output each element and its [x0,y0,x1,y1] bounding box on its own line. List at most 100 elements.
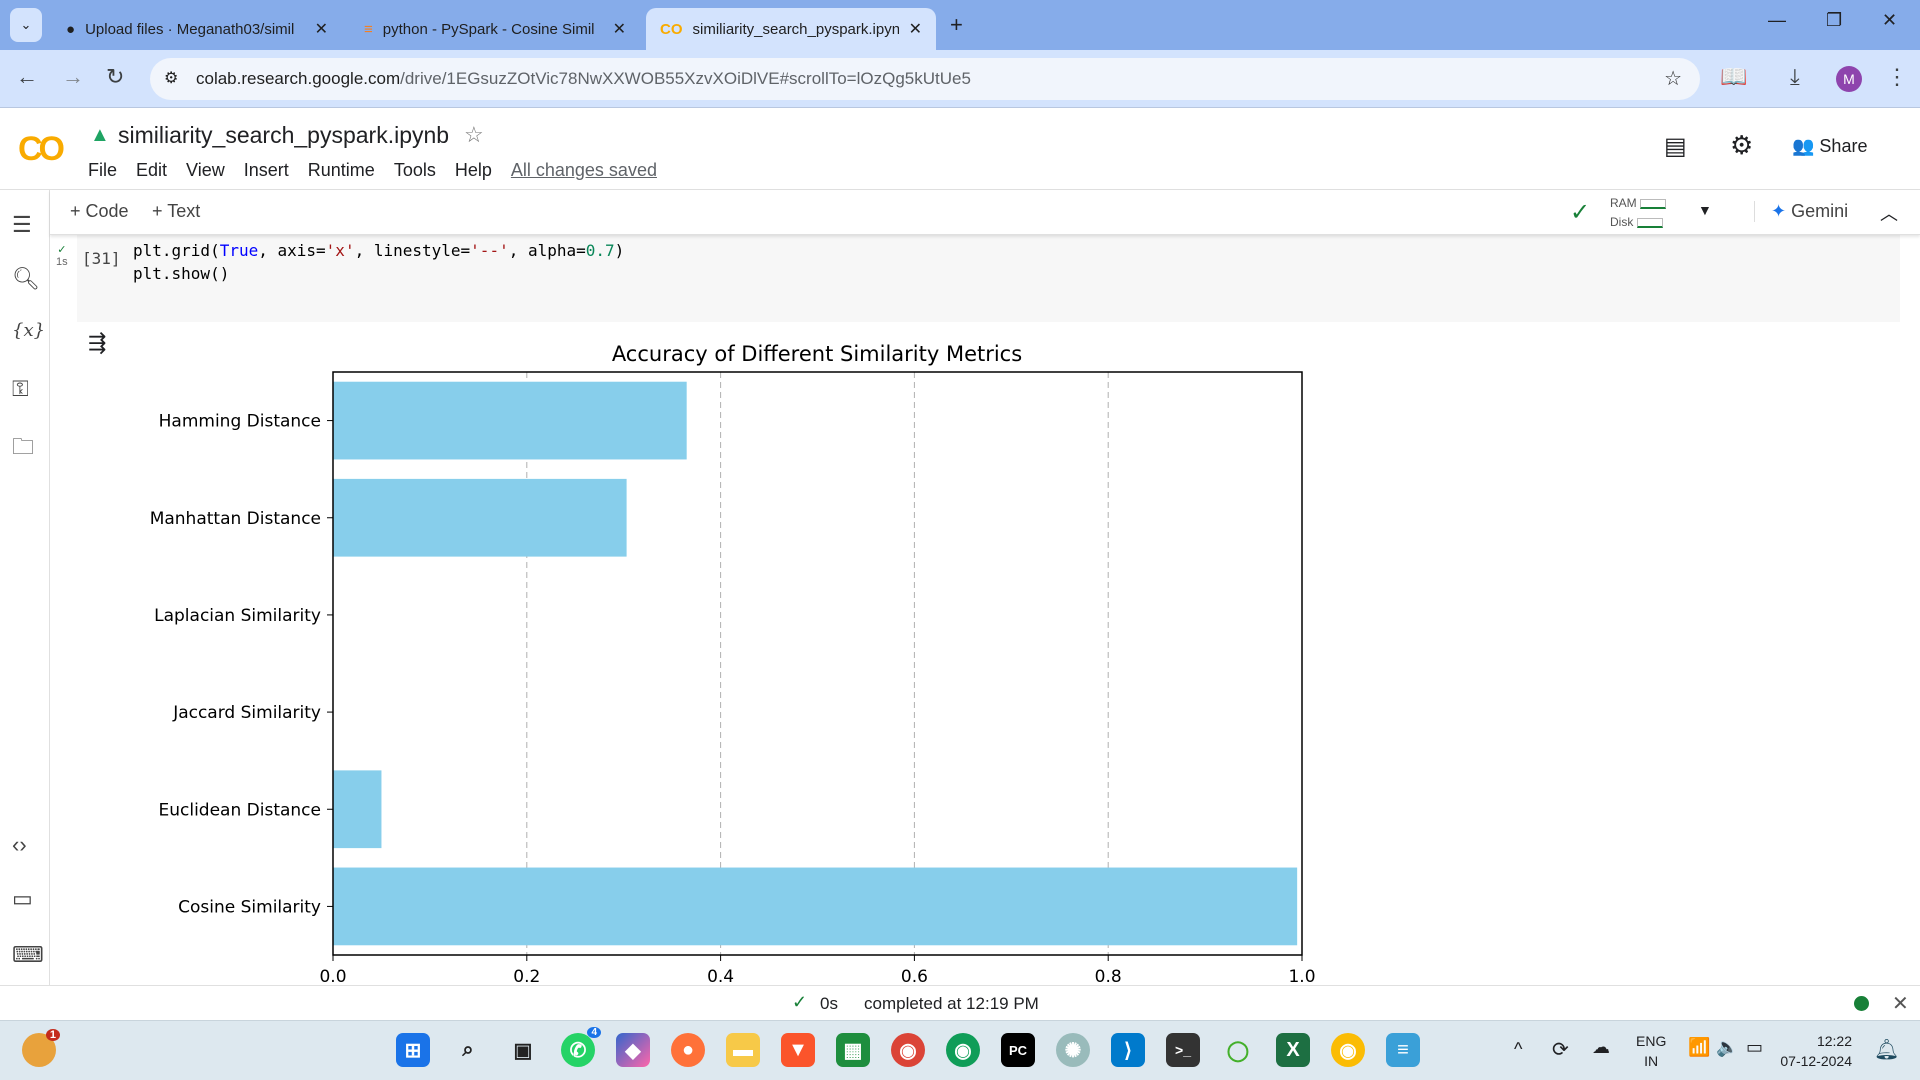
url-input[interactable]: ⚙ colab.research.google.com/drive/1EGsuz… [150,58,1700,100]
file-explorer-icon[interactable]: ▬ [726,1033,760,1067]
close-tab-icon[interactable]: ✕ [315,19,328,39]
clock[interactable]: 12:22 07-12-2024 [1780,1031,1852,1071]
x-tick-label: 0.2 [513,967,540,987]
weather-widget-icon[interactable]: 1 [22,1029,60,1067]
browser-tab[interactable]: ≡ python - PySpark - Cosine Simil ✕ [350,8,640,50]
minimize-button[interactable]: — [1768,10,1786,31]
code-snippets-icon[interactable]: ‹› [12,832,27,858]
colab-logo[interactable]: CO [18,130,65,169]
gemini-button[interactable]: ✦ Gemini [1754,201,1848,222]
search-taskbar-icon[interactable]: ⌕ [451,1033,485,1067]
y-tick-label: Euclidean Distance [159,800,322,820]
pycharm-icon[interactable]: PC [1001,1033,1035,1067]
menu-insert[interactable]: Insert [244,160,289,181]
wifi-icon[interactable]: 📶 [1688,1037,1710,1058]
colab-header: CO ▲ similiarity_search_pyspark.ipynb ☆ … [0,108,1920,190]
reload-icon[interactable]: ↻ [106,64,124,90]
new-tab-button[interactable]: + [950,12,963,38]
profile-avatar[interactable]: M [1836,66,1862,92]
language-indicator[interactable]: ENG IN [1636,1031,1666,1071]
reading-mode-icon[interactable]: 📖 [1720,64,1747,90]
vscode-icon[interactable]: ⟩ [1111,1033,1145,1067]
menu-runtime[interactable]: Runtime [308,160,375,181]
bookmark-star-icon[interactable]: ☆ [1664,66,1682,91]
tab-search-button[interactable]: ⌄ [10,8,42,42]
drive-icon: ▲ [90,124,110,146]
add-code-button[interactable]: + Code [70,201,129,222]
chrome-profile2-icon[interactable]: ◉ [1331,1033,1365,1067]
files-folder-icon[interactable]: 🗀 [12,430,34,468]
status-bar: ✓ 0s completed at 12:19 PM ✕ [0,985,1920,1020]
command-palette-icon[interactable]: ▭ [12,886,33,912]
browser-tab[interactable]: ● Upload files · Meganath03/simil ✕ [52,8,342,50]
cell-run-status[interactable]: ✓ 1s [56,244,68,268]
windows-taskbar: 1 ⊞ ⌕ ▣ ✆ 4 ◆ ● ▬ ▼ ▦ ◉ ◉ PC ✺ ⟩ >_ ◯ X ◉… [0,1020,1920,1080]
tray-overflow-icon[interactable]: ^ [1514,1039,1522,1060]
notification-bell-icon[interactable]: 🔔︎ [1874,1037,1899,1062]
browser-menu-icon[interactable]: ⋮ [1886,64,1908,90]
bar [333,770,382,849]
restore-button[interactable]: ❐ [1826,10,1842,31]
menu-bar: File Edit View Insert Runtime Tools Help… [88,160,657,181]
menu-view[interactable]: View [186,160,225,181]
menu-edit[interactable]: Edit [136,160,167,181]
secrets-key-icon[interactable]: ⚿ [12,376,29,402]
brave-icon[interactable]: ▼ [781,1033,815,1067]
notepad-icon[interactable]: ≡ [1386,1033,1420,1067]
back-icon[interactable]: ← [16,64,38,90]
notebook-toolbar: + Code + Text ✓ RAM Disk ▼ ✦ Gemini ︿ [50,190,1920,235]
status-check-icon: ✓ [792,992,808,1012]
close-window-button[interactable]: ✕ [1882,10,1897,31]
share-button[interactable]: 👥 Share [1792,136,1867,157]
star-icon[interactable]: ☆ [464,122,484,148]
task-view-icon[interactable]: ▣ [506,1033,540,1067]
variables-icon[interactable]: {x} [12,320,45,341]
table-of-contents-icon[interactable]: ☰ [12,212,32,238]
chrome-icon[interactable]: ◉ [891,1033,925,1067]
site-info-icon[interactable]: ⚙ [164,68,178,88]
sync-icon[interactable]: ⟳ [1552,1037,1569,1062]
menu-file[interactable]: File [88,160,117,181]
classroom-icon[interactable]: ▦ [836,1033,870,1067]
menu-tools[interactable]: Tools [394,160,436,181]
x-tick-label: 0.8 [1095,967,1122,987]
status-duration: 0s [820,994,838,1013]
onedrive-icon[interactable]: ☁ [1592,1037,1610,1058]
chrome-profile-icon[interactable]: ◉ [946,1033,980,1067]
x-tick-label: 1.0 [1288,967,1315,987]
add-text-button[interactable]: + Text [152,201,200,222]
whatsapp-icon[interactable]: ✆ 4 [561,1027,601,1067]
close-tab-icon[interactable]: ✕ [613,19,626,39]
chart-title: Accuracy of Different Similarity Metrics [612,342,1022,366]
settings-icon[interactable]: ⚙ [1730,130,1753,161]
download-icon[interactable]: ⤓ [1790,64,1800,90]
collapse-icon[interactable]: ︿ [1880,200,1898,226]
terminal-icon[interactable]: ⌨ [12,942,44,968]
anaconda-icon[interactable]: ◯ [1221,1033,1255,1067]
close-tab-icon[interactable]: ✕ [909,19,922,39]
save-status-link[interactable]: All changes saved [511,160,657,181]
notebook-title[interactable]: similiarity_search_pyspark.ipynb [118,122,449,149]
terminal-app-icon[interactable]: >_ [1166,1033,1200,1067]
start-windows-icon[interactable]: ⊞ [396,1033,430,1067]
excel-icon[interactable]: X [1276,1033,1310,1067]
code-cell[interactable]: [31] plt.grid(True, axis='x', linestyle=… [77,235,1900,322]
y-tick-label: Hamming Distance [159,412,321,432]
forward-icon[interactable]: → [62,64,84,90]
resource-monitor[interactable]: RAM Disk [1610,194,1667,232]
menu-help[interactable]: Help [455,160,492,181]
colab-icon: CO [660,20,683,38]
volume-icon[interactable]: 🔈 [1716,1037,1738,1058]
github-icon: ● [66,20,76,38]
firefox-icon[interactable]: ● [671,1033,705,1067]
battery-icon[interactable]: ▭ [1746,1037,1763,1058]
browser-tab-active[interactable]: CO similiarity_search_pyspark.ipynb ✕ [646,8,936,50]
copilot-icon[interactable]: ◆ [616,1033,650,1067]
runtime-dropdown-icon[interactable]: ▼ [1698,202,1712,218]
code-editor[interactable]: plt.grid(True, axis='x', linestyle='--',… [133,239,624,285]
runtime-status-dot [1854,996,1869,1011]
app-icon[interactable]: ✺ [1056,1033,1090,1067]
close-status-icon[interactable]: ✕ [1892,991,1909,1016]
comments-icon[interactable]: ▤ [1664,132,1687,161]
search-icon[interactable]: 🔍︎ [12,266,40,292]
